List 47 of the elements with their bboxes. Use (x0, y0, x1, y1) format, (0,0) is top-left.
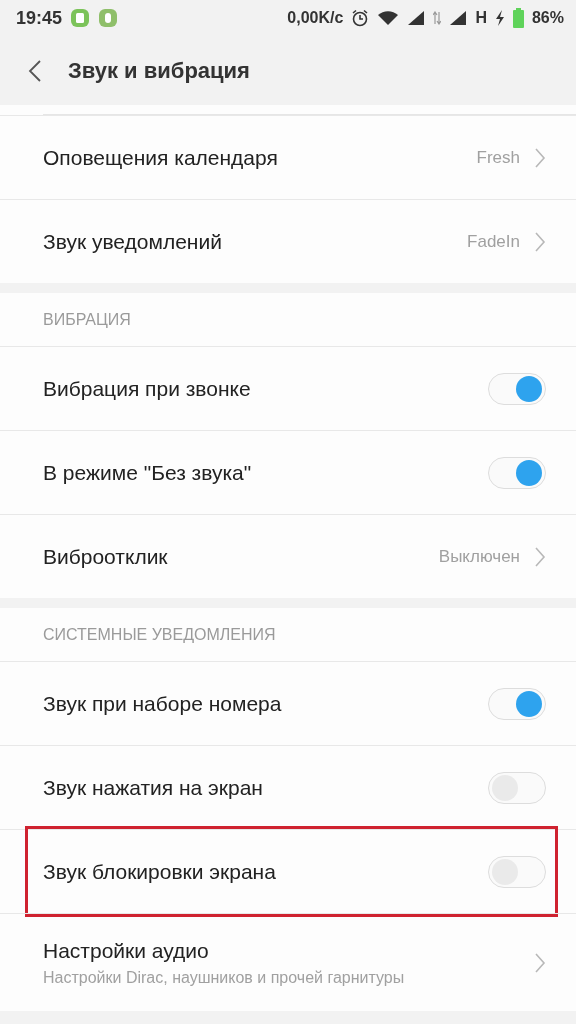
chevron-icon (534, 146, 546, 169)
setting-title: В режиме "Без звука" (43, 460, 253, 485)
signal-icon (449, 10, 468, 26)
chevron-icon (534, 951, 546, 974)
setting-value: Выключен (438, 546, 520, 567)
network-type: H (475, 9, 487, 27)
data-arrows-icon (433, 11, 442, 25)
battery-icon (512, 8, 524, 28)
chevron-icon (534, 230, 546, 253)
section-header: СИСТЕМНЫЕ УВЕДОМЛЕНИЯ (42, 624, 277, 645)
settings-row[interactable]: Виброотклик Выключен (0, 514, 576, 598)
settings-row[interactable]: Вибрация при звонке (0, 346, 576, 430)
alarm-icon (351, 9, 370, 27)
settings-row[interactable]: Оповещения календаря Fresh (0, 115, 576, 199)
chevron-icon (534, 545, 546, 568)
sim-card-icon (98, 8, 119, 28)
status-time: 19:45 (16, 7, 63, 29)
page-title: Звук и вибрация (68, 57, 250, 84)
battery-level: 86% (531, 9, 564, 27)
setting-value: FadeIn (467, 231, 520, 252)
setting-title: Звук уведомлений (43, 229, 223, 254)
toggle-switch[interactable] (488, 456, 546, 489)
setting-title: Виброотклик (43, 544, 169, 569)
setting-title: Вибрация при звонке (43, 376, 252, 401)
settings-row[interactable]: Звук уведомлений FadeIn (0, 199, 576, 283)
section-header: ВИБРАЦИЯ (42, 309, 132, 330)
setting-title: Звук нажатия на экран (43, 775, 264, 800)
setting-title: Оповещения календаря (43, 145, 279, 170)
wifi-icon (377, 10, 400, 26)
toggle-switch[interactable] (488, 771, 546, 804)
settings-row[interactable]: В режиме "Без звука" (0, 430, 576, 514)
toggle-switch[interactable] (488, 687, 546, 720)
toggle-switch[interactable] (488, 372, 546, 405)
settings-row[interactable]: Звук нажатия на экран (0, 745, 576, 829)
setting-title: Настройки аудио (43, 938, 210, 963)
network-speed: 0,00K/c (287, 9, 344, 27)
settings-row[interactable]: Настройки аудио Настройки Dirac, наушников и прочей гарнитуры (0, 913, 576, 1011)
settings-row[interactable]: Звук при наборе номера (0, 661, 576, 745)
toggle-switch[interactable] (488, 855, 546, 888)
setting-title: Звук блокировки экрана (43, 859, 277, 884)
settings-row[interactable]: Звук блокировки экрана (0, 829, 576, 913)
sim-card-icon (70, 8, 91, 28)
setting-value: Fresh (476, 147, 520, 168)
setting-title: Звук при наборе номера (43, 691, 283, 716)
setting-subtitle: Настройки Dirac, наушников и прочей гарнитуры (43, 968, 406, 987)
bolt-icon (494, 10, 505, 26)
signal-icon (407, 10, 426, 26)
